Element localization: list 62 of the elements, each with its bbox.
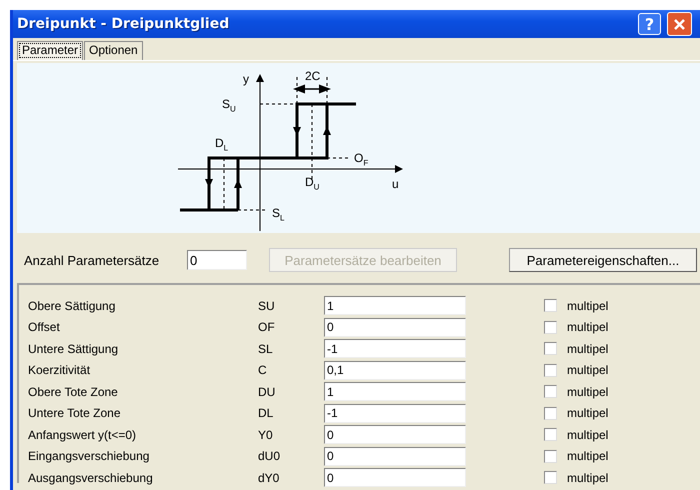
parameter-sets-field[interactable]: 0	[187, 250, 247, 270]
checkbox-label: multipel	[567, 342, 608, 356]
axis-label: D$_{L}$	[215, 136, 228, 154]
multiple-checkbox[interactable]	[544, 406, 557, 420]
checkbox-label: multipel	[567, 470, 608, 485]
parameter-value-field[interactable]: 1	[324, 296, 466, 316]
parameter-name: Untere Tote Zone	[27, 406, 122, 420]
parameter-symbol: Y0	[258, 428, 274, 442]
parameter-symbol: C	[258, 363, 268, 378]
tab[interactable]: Optionen	[84, 41, 143, 60]
multiple-checkbox[interactable]	[544, 428, 557, 442]
parameter-symbol: dU0	[258, 449, 282, 464]
field-label: Anzahl Parametersätze	[24, 252, 160, 268]
checkbox-label: multipel	[567, 298, 608, 313]
close-icon	[673, 18, 686, 30]
parameter-value-field[interactable]: 0	[324, 318, 466, 337]
parameter-symbol: OF	[258, 320, 276, 334]
tab[interactable]: Parameter	[17, 41, 84, 60]
checkbox-label: multipel	[567, 428, 608, 442]
checkbox-label: multipel	[567, 449, 608, 464]
axis-label: u	[392, 177, 399, 191]
multiple-checkbox[interactable]	[544, 385, 557, 398]
checkbox-label: multipel	[567, 406, 608, 420]
checkbox-label: multipel	[567, 384, 608, 399]
window-title: Dreipunkt - Dreipunktglied	[17, 16, 230, 32]
parameter-value-field[interactable]: 0	[324, 425, 466, 444]
checkbox-label: multipel	[567, 320, 608, 334]
parameter-name: Obere Tote Zone	[27, 384, 119, 399]
axis-label: y	[243, 72, 249, 86]
parameter-value-field[interactable]: -1	[324, 404, 466, 423]
parameter-name: Anfangswert y(t<=0)	[27, 428, 138, 442]
axis-label: O$_{F}$	[354, 151, 368, 170]
close-button[interactable]	[667, 12, 692, 36]
help-button[interactable]: ?	[638, 13, 661, 35]
parameter-name: Koerzitivität	[27, 363, 92, 378]
parameter-value-field[interactable]: 0	[324, 468, 466, 488]
parameter-symbol: DU	[258, 384, 276, 399]
multiple-checkbox[interactable]	[544, 450, 557, 463]
parameter-symbol: DL	[258, 406, 274, 420]
checkbox-label: multipel	[567, 363, 608, 378]
axis-label: 2C	[305, 69, 320, 83]
parameter-value-field[interactable]: -1	[324, 339, 466, 358]
parameter-properties-button[interactable]: Parametereigenschaften...	[509, 248, 697, 272]
parameter-value-field[interactable]: 1	[324, 382, 466, 402]
parameter-value-field[interactable]: 0,1	[324, 360, 466, 380]
parameter-symbol: SU	[258, 298, 276, 313]
parameter-symbol: SL	[258, 342, 274, 356]
parameter-name: Ausgangsverschiebung	[27, 470, 154, 485]
parameter-symbol: dY0	[258, 470, 280, 485]
axis-label: S$_{U}$	[222, 97, 236, 116]
parameter-name: Offset	[27, 320, 61, 334]
multiple-checkbox[interactable]	[544, 299, 557, 312]
multiple-checkbox[interactable]	[544, 320, 557, 334]
parameter-name: Eingangsverschiebung	[27, 449, 150, 464]
axis-label: D$_{U}$	[305, 175, 320, 194]
parameter-value-field[interactable]: 0	[324, 446, 466, 466]
parameter-name: Obere Sättigung	[27, 298, 116, 313]
multiple-checkbox[interactable]	[544, 364, 557, 377]
multiple-checkbox[interactable]	[544, 342, 557, 356]
parameter-name: Untere Sättigung	[27, 342, 120, 356]
axis-label: S$_{L}$	[272, 206, 284, 224]
multiple-checkbox[interactable]	[544, 471, 557, 484]
